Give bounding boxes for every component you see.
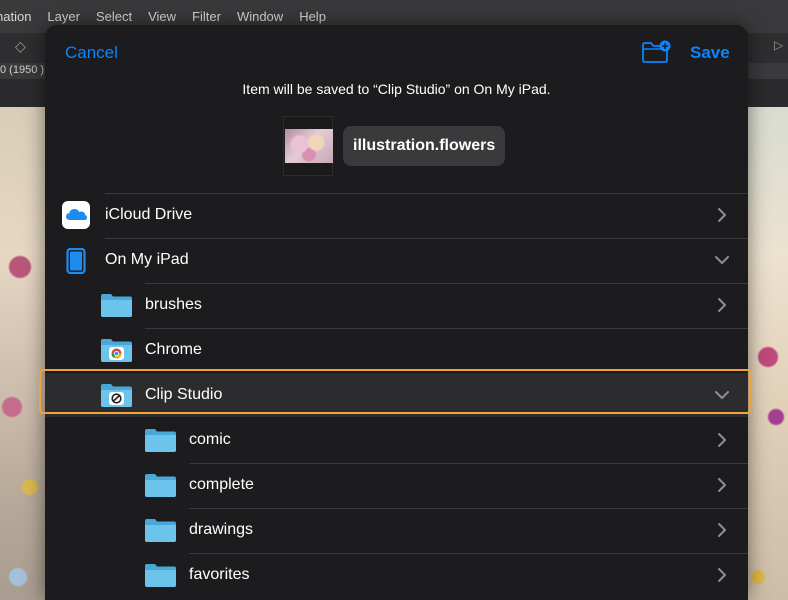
row-separator: [189, 553, 748, 554]
chevron-right-icon: [718, 433, 726, 447]
folder-icon: [145, 473, 176, 502]
location-row-drawings[interactable]: drawings: [45, 508, 748, 552]
chevron-down-icon: [715, 256, 729, 264]
location-label: drawings: [189, 521, 254, 538]
location-row-on-my-ipad[interactable]: On My iPad: [45, 238, 748, 282]
location-label: Clip Studio: [145, 386, 223, 403]
folder-icon: [101, 293, 132, 322]
location-label: favorites: [189, 566, 250, 583]
location-row-brushes[interactable]: brushes: [45, 283, 748, 327]
ipad-icon: [66, 247, 86, 279]
menu-item-animation[interactable]: nation: [0, 0, 39, 33]
chevron-right-icon: [718, 298, 726, 312]
clip-studio-folder-icon: [101, 383, 132, 412]
location-label: iCloud Drive: [105, 206, 193, 223]
folder-icon: [145, 518, 176, 547]
location-row-favorites[interactable]: favorites: [45, 553, 748, 597]
location-label: comic: [189, 431, 231, 448]
save-destination-text: Item will be saved to “Clip Studio” on O…: [242, 81, 551, 97]
location-row-clip-studio[interactable]: Clip Studio: [45, 373, 748, 417]
chevron-down-icon: [715, 391, 729, 399]
location-label: On My iPad: [105, 251, 189, 268]
folder-icon: [145, 428, 176, 457]
row-separator: [145, 328, 748, 329]
row-separator: [189, 463, 748, 464]
row-separator: [105, 193, 748, 194]
location-label: complete: [189, 476, 254, 493]
move-icon[interactable]: ◇: [15, 38, 26, 55]
chevron-right-icon: [718, 568, 726, 582]
row-separator: [105, 238, 748, 239]
thumbnail-image: [285, 129, 333, 163]
save-dialog-sheet: Cancel Save Item will be saved to “Clip …: [45, 25, 748, 600]
location-row-complete[interactable]: complete: [45, 463, 748, 507]
location-row-chrome[interactable]: Chrome: [45, 328, 748, 372]
file-thumbnail: [283, 116, 333, 176]
canvas-artwork-left: [0, 107, 46, 600]
chrome-folder-icon: [101, 338, 132, 367]
new-folder-icon[interactable]: [641, 40, 671, 64]
canvas-artwork-right: [748, 107, 788, 600]
row-separator: [189, 508, 748, 509]
location-row-icloud-drive[interactable]: iCloud Drive: [45, 193, 748, 237]
location-row-comic[interactable]: comic: [45, 418, 748, 462]
chevron-right-icon: [718, 478, 726, 492]
row-separator: [145, 283, 748, 284]
folder-icon: [145, 563, 176, 592]
chevron-right-icon: [718, 208, 726, 222]
cancel-button[interactable]: Cancel: [65, 43, 118, 63]
canvas-size-readout: 0 (1950 ): [0, 64, 45, 76]
chevron-right-icon: [718, 523, 726, 537]
location-label: brushes: [145, 296, 202, 313]
save-button[interactable]: Save: [690, 43, 730, 63]
icloud-icon: [62, 201, 90, 234]
location-label: Chrome: [145, 341, 202, 358]
play-icon[interactable]: ▷: [774, 38, 783, 52]
filename-field[interactable]: illustration.flowers: [343, 126, 506, 166]
